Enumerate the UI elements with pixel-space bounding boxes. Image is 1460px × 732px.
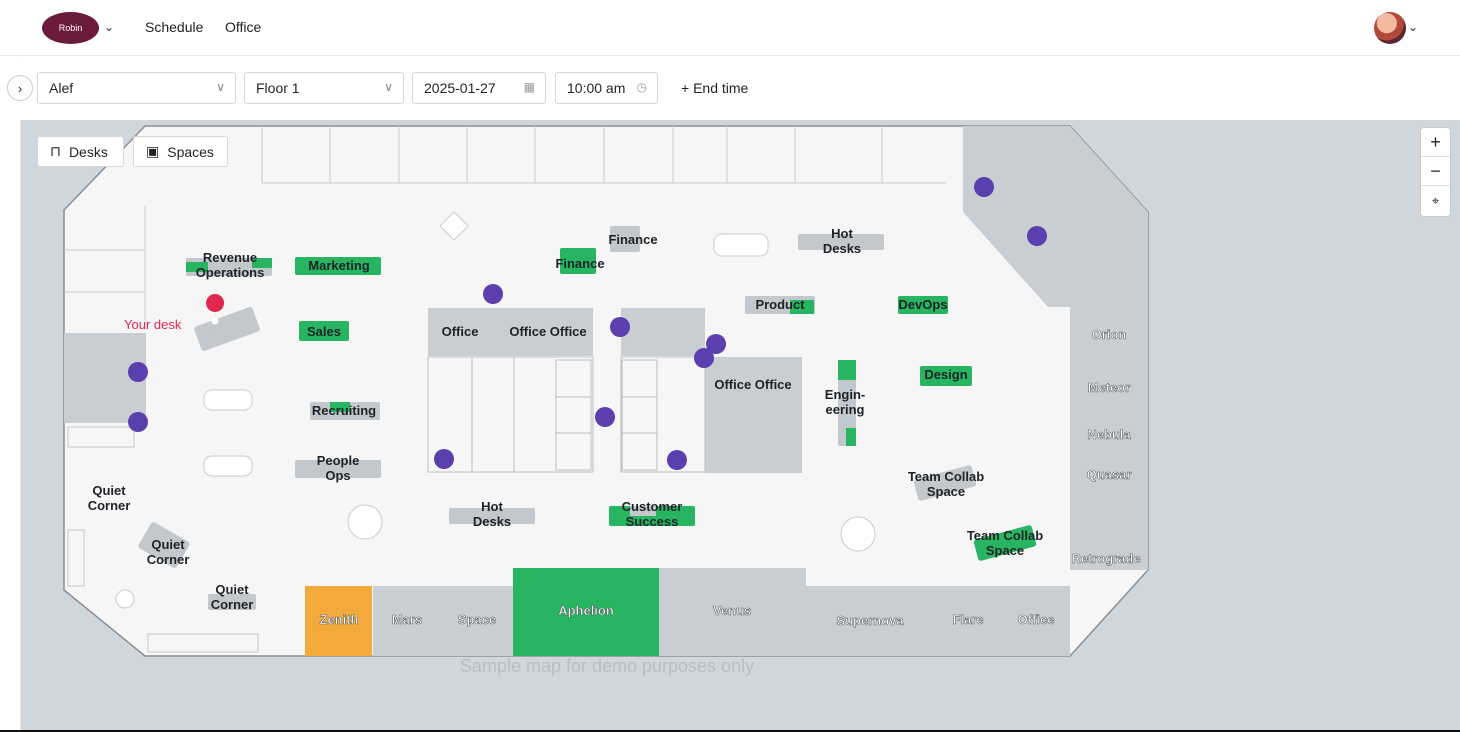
floor-select[interactable]: Floor 1 ∨ [244,72,404,104]
date-value: 2025-01-27 [424,80,496,96]
zone-finance-a: Finance [608,232,657,247]
room-retrograde: Retrograde [1071,551,1140,566]
your-desk-label: Your desk [124,317,182,332]
desks-toggle-button[interactable]: ⊓ Desks [37,136,124,167]
chevron-right-icon: › [17,80,23,96]
top-header: Robin ⌄ Schedule Office ⌄ [0,0,1460,56]
zone-engineering-line2: eering [825,402,864,417]
room-orion: Orion [1092,327,1127,342]
zoom-in-button[interactable]: + [1421,128,1450,157]
spaces-toggle-label: Spaces [167,143,214,160]
zone-recruiting: Recruiting [312,403,376,418]
zone-finance-b: Finance [555,256,604,271]
zone-customer-success-line2: Success [626,514,679,529]
building-select[interactable]: Alef ∨ [37,72,236,104]
chevron-down-icon: ∨ [216,80,225,94]
floor-map[interactable]: Your desk Revenue Operations Marketing F… [21,120,1460,732]
room-aphelion-label: Aphelion [558,603,614,618]
nav-schedule[interactable]: Schedule [145,19,203,35]
add-end-time-button[interactable]: + End time [681,80,748,96]
box-icon: ▣ [146,143,160,159]
zone-engineering-line1: Engin- [825,387,865,402]
zone-quiet-1-line2: Corner [88,498,131,513]
reset-orientation-button[interactable]: ⌖ [1421,186,1450,215]
nav-office[interactable]: Office [225,19,261,35]
zone-design: Design [924,367,967,382]
room-quasar: Quasar [1087,467,1132,482]
zone-hot-desks-bottom-line1: Hot [481,499,503,514]
room-mars-label: Mars [392,612,422,627]
office-block-b[interactable] [621,308,705,356]
zone-quiet-1-line1: Quiet [92,483,126,498]
room-flare-label: Flare [952,612,983,627]
sidebar-expand-button[interactable]: › [7,75,33,101]
zone-office-2: Office Office [509,324,586,339]
zone-marketing: Marketing [308,258,369,273]
zone-sales: Sales [307,324,341,339]
zone-people-ops-line2: Ops [325,468,350,483]
office-block-c[interactable] [705,357,802,473]
clock-icon: ◷ [636,80,647,94]
user-avatar[interactable] [1374,12,1406,44]
zone-revenue-ops-line2: Operations [196,265,265,280]
zone-revenue-ops-line1: Revenue [203,250,257,265]
zone-customer-success-line1: Customer [622,499,683,514]
desks-toggle-label: Desks [68,143,108,160]
room-space-label: Space [458,612,496,627]
zone-office-1: Office [442,324,479,339]
zoom-controls: + − ⌖ [1421,128,1450,216]
zone-hot-desks-bottom-line2: Desks [473,514,511,529]
room-venus-label: Venus [713,603,751,618]
robin-logo[interactable]: Robin [42,12,99,44]
building-select-value: Alef [49,80,74,96]
zone-hot-desks-top-line1: Hot [831,226,853,241]
zone-team-collab-1-line2: Space [927,484,965,499]
room-office-label: Office [1018,612,1055,627]
time-value: 10:00 am [567,80,626,96]
floor-plan-svg[interactable]: Your desk Revenue Operations Marketing F… [21,120,1460,732]
desk-icon: ⊓ [50,143,61,159]
room-nebula: Nebula [1087,427,1131,442]
user-menu-chevron-icon[interactable]: ⌄ [1408,20,1418,34]
map-disclaimer: Sample map for demo purposes only [460,656,754,676]
zone-team-collab-2-line1: Team Collab [967,528,1043,543]
calendar-icon: ▦ [523,80,535,94]
org-switch-chevron-icon[interactable]: ⌄ [104,20,114,34]
zone-quiet-3-line1: Quiet [215,582,249,597]
zone-hot-desks-top-line2: Desks [823,241,861,256]
room-meteor: Meteor [1088,380,1131,395]
time-picker[interactable]: 10:00 am ◷ [555,72,658,104]
room-zenith-label: Zenith [320,612,359,627]
zone-quiet-2-line1: Quiet [151,537,185,552]
room-supernova-label: Supernova [836,613,904,628]
zone-office-3: Office Office [714,377,791,392]
zoom-out-button[interactable]: − [1421,157,1450,186]
zone-product: Product [755,297,805,312]
floor-select-value: Floor 1 [256,80,300,96]
zone-devops: DevOps [898,297,947,312]
spaces-toggle-button[interactable]: ▣ Spaces [133,136,228,167]
zone-quiet-2-line2: Corner [147,552,190,567]
date-picker[interactable]: 2025-01-27 ▦ [412,72,546,104]
zone-team-collab-2-line2: Space [986,543,1024,558]
zone-people-ops-line1: People [317,453,360,468]
zone-quiet-3-line2: Corner [211,597,254,612]
zone-team-collab-1-line1: Team Collab [908,469,984,484]
chevron-down-icon: ∨ [384,80,393,94]
